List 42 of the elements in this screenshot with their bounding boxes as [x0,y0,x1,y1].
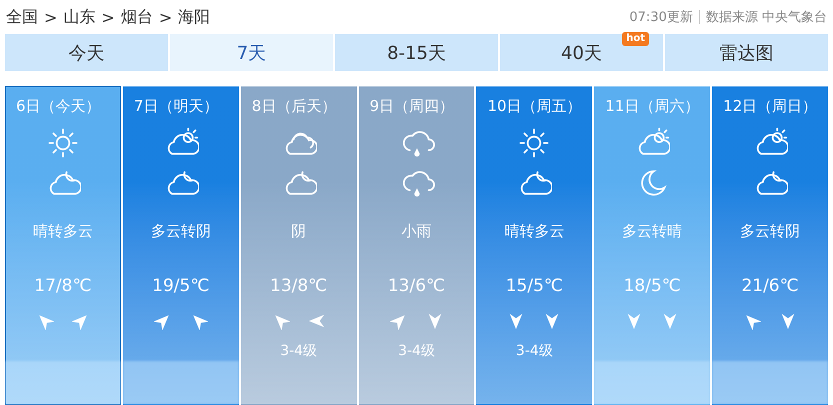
weather-text: 小雨 [402,222,432,241]
wind-level: 3-4级 [280,343,318,359]
wind-level: 3-4级 [516,343,553,359]
breadcrumb-separator: > [158,8,172,26]
weather-text: 多云转阴 [150,222,211,241]
forecast-tab[interactable]: 40天 hot [500,34,663,71]
hot-badge: hot [622,32,649,46]
temperature: 19/5℃ [152,276,210,296]
temperature: 21/6℃ [741,276,799,296]
day-date: 6日（今天） [15,96,101,116]
weather-text: 多云转晴 [622,222,682,241]
temperature: 13/8℃ [270,276,328,296]
day-date: 10日（周五） [486,96,582,116]
day-date: 11日（周六） [604,96,700,116]
forecast-tab[interactable]: 7天 [170,34,333,71]
day-date: 12日（周日） [722,96,818,116]
update-time: 07:30更新 [629,9,693,26]
breadcrumb-link[interactable]: 山东 [63,6,96,28]
data-source: 数据来源 中央气象台 [706,9,827,26]
breadcrumb-link[interactable]: 全国 [6,6,38,28]
day-date: 7日（明天） [132,96,218,116]
weather-text: 晴转多云 [32,222,93,241]
day-card[interactable]: 12日（周日） 多云转阴 21/6℃ [712,86,828,405]
day-date: 9日（周四） [368,96,454,116]
breadcrumb-link[interactable]: 海阳 [178,6,210,28]
day-card[interactable]: 7日（明天） 多云转阴 19/5℃ [122,86,239,405]
temperature: 17/8℃ [34,276,92,296]
temperature: 13/6℃ [388,276,446,296]
day-card[interactable]: 10日（周五） 晴转多云 15/5℃ 3-4级 [476,86,592,405]
day-date: 8日（后天） [250,96,336,116]
breadcrumb-link[interactable]: 烟台 [120,6,153,28]
forecast-tab[interactable]: 今天 [5,34,168,71]
weather-text: 多云转阴 [740,222,800,241]
wind-level: 3-4级 [398,343,435,359]
temperature: 15/5℃ [506,276,563,296]
weather-text: 晴转多云 [504,222,564,241]
temperature: 18/5℃ [624,276,681,296]
forecast-tab[interactable]: 8-15天 [335,34,498,71]
weather-text: 阴 [291,222,306,241]
breadcrumb-separator: > [101,8,115,26]
breadcrumb-separator: > [44,8,58,26]
forecast-tab[interactable]: 雷达图 [665,34,828,71]
